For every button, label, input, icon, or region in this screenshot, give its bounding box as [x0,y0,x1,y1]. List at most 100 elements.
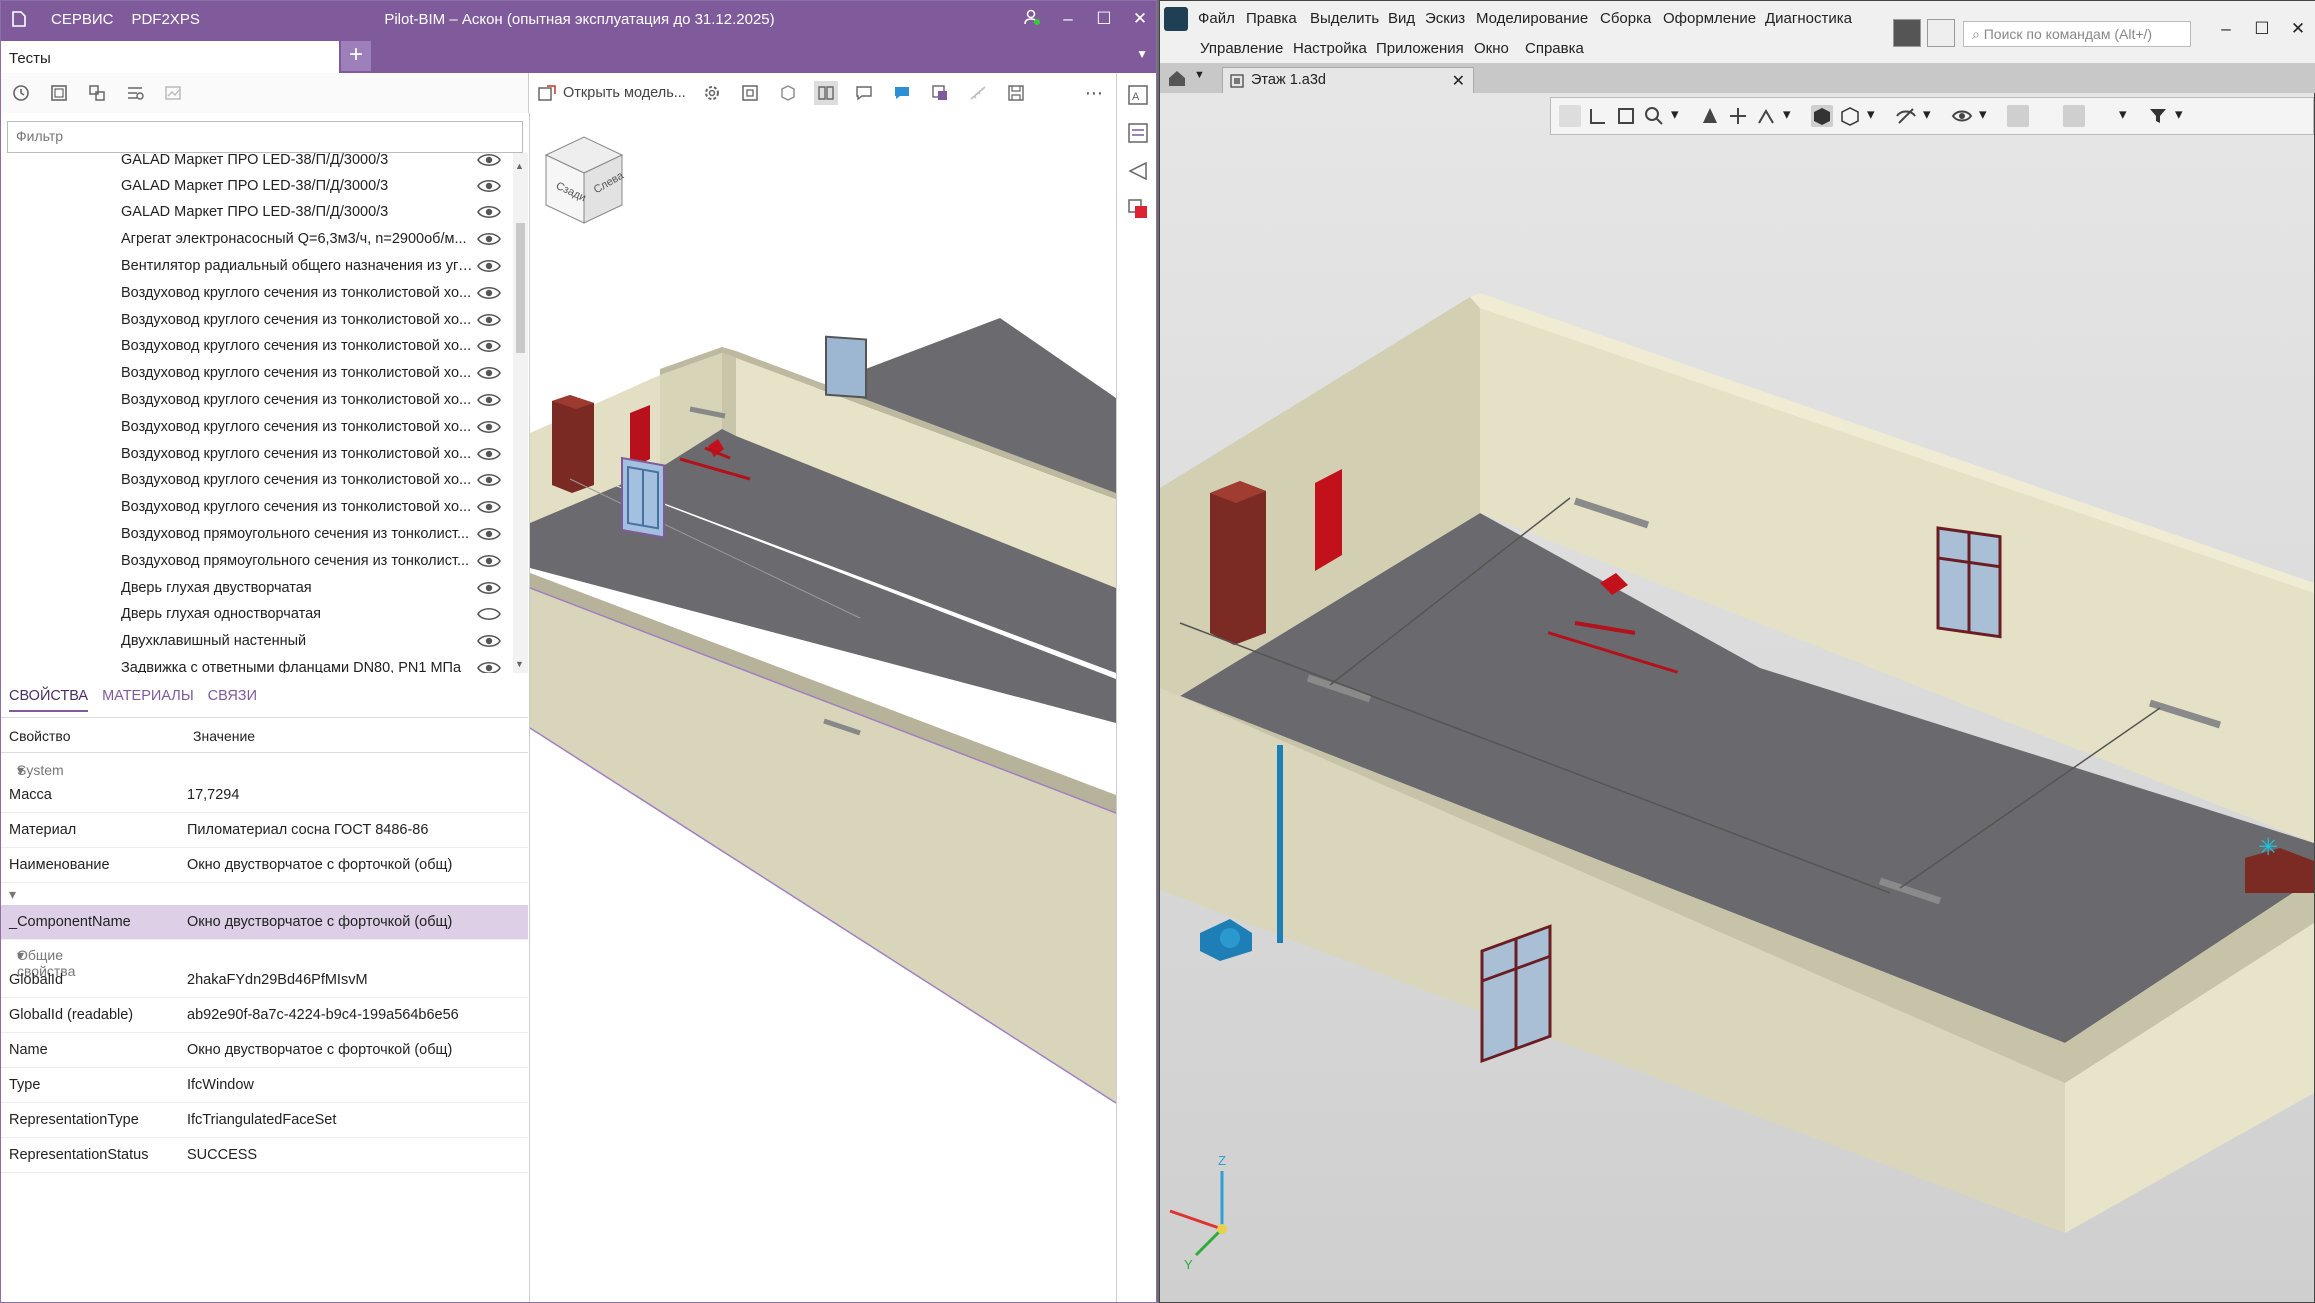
show-icon[interactable] [1951,105,1973,127]
list-item[interactable]: Воздуховод круглого сечения из тонколист… [1,414,513,440]
table-row[interactable]: RepresentationType IfcTriangulatedFaceSet [1,1103,528,1138]
orientation-icon[interactable] [1755,105,1777,127]
isolate-icon[interactable] [928,81,952,105]
maximize-icon[interactable]: ☐ [2244,19,2280,39]
menu-service[interactable]: СЕРВИС [51,11,113,28]
tree-scrollbar[interactable]: ▲ ▼ [513,153,528,673]
section-dropdown-icon[interactable]: ▾ [2119,105,2141,127]
filter-input[interactable]: Фильтр [7,121,523,153]
command-search-input[interactable]: ⌕ Поиск по командам (Alt+/) [1963,21,2191,47]
open-model-button[interactable]: Открыть модель... [537,84,686,102]
eye-icon[interactable] [477,153,501,169]
eye-icon[interactable] [477,364,501,382]
table-row-selected[interactable]: _ComponentName Окно двустворчатое с форто… [1,905,528,940]
properties-icon[interactable] [2203,105,2225,127]
show-dropdown-icon[interactable]: ▾ [1979,105,2001,127]
wireframe-icon[interactable] [1839,105,1861,127]
minimize-icon[interactable]: – [1050,9,1086,29]
list-item[interactable]: GALAD Маркет ПРО LED-38/П/Д/3000/3 [1,153,513,173]
list-item[interactable]: Воздуховод круглого сечения из тонколист… [1,441,513,467]
collapse-icon[interactable]: ▾ [9,886,16,903]
frame-icon[interactable] [47,81,71,105]
eye-icon[interactable] [477,230,501,248]
eye-icon[interactable] [477,257,501,275]
menu-sketch[interactable]: Эскиз [1425,10,1465,27]
eye-icon[interactable] [477,659,501,673]
scroll-down-icon[interactable]: ▼ [515,659,524,669]
menu-assembly[interactable]: Сборка [1600,10,1651,27]
minimize-icon[interactable]: – [2208,19,2244,39]
grid-icon[interactable] [2063,105,2085,127]
filter-dropdown-icon[interactable]: ▾ [2175,105,2197,127]
layers-icon[interactable] [2035,105,2057,127]
eye-icon[interactable] [477,579,501,597]
eye-icon[interactable] [477,177,501,195]
menu-help[interactable]: Справка [1525,40,1584,57]
menu-manage[interactable]: Управление [1200,40,1283,57]
list-item[interactable]: GALAD Маркет ПРО LED-38/П/Д/3000/3 [1,173,513,199]
snap-icon[interactable] [2007,105,2029,127]
list-item[interactable]: Воздуховод прямоугольного сечения из тон… [1,548,513,574]
table-row[interactable]: Материал Пиломатериал сосна ГОСТ 8486-86 [1,813,528,848]
screenshot-button[interactable] [1927,19,1955,47]
list-item[interactable]: Воздуховод круглого сечения из тонколист… [1,333,513,359]
section-icon[interactable] [776,81,800,105]
orientation-dropdown-icon[interactable]: ▾ [1783,105,1805,127]
tab-properties[interactable]: СВОЙСТВА [9,688,89,712]
history-icon[interactable] [9,81,33,105]
eye-icon[interactable] [477,391,501,409]
orient-icon[interactable] [1615,105,1637,127]
table-row[interactable]: Наименование Окно двустворчатое с форточк… [1,848,528,883]
menu-select[interactable]: Выделить [1310,10,1379,27]
visibility-tree-icon[interactable] [123,81,147,105]
hide-icon[interactable] [1895,105,1917,127]
scroll-up-icon[interactable]: ▲ [515,161,524,171]
table-row[interactable]: Type IfcWindow [1,1068,528,1103]
column-header-property[interactable]: Свойство [9,728,70,744]
save-view-icon[interactable] [1004,81,1028,105]
book-icon[interactable] [813,81,838,105]
list-item[interactable]: Воздуховод круглого сечения из тонколист… [1,494,513,520]
table-row[interactable]: Name Окно двустворчатое с форточкой (общ) [1,1033,528,1068]
pilot-3d-viewport[interactable]: Сзади Слева [529,113,1117,1302]
eye-icon[interactable] [477,525,501,543]
table-row[interactable]: RepresentationStatus SUCCESS [1,1138,528,1173]
eye-icon[interactable] [477,552,501,570]
zoom-icon[interactable] [1643,105,1665,127]
tab-tests[interactable]: Тесты [1,41,339,73]
fit-view-icon[interactable] [738,81,762,105]
group-common[interactable]: ▾ Общие свойства [1,941,528,979]
close-icon[interactable]: ✕ [2280,19,2315,39]
menu-view[interactable]: Вид [1388,10,1415,27]
menu-diagnostics[interactable]: Диагностика [1765,10,1852,27]
eye-icon[interactable] [477,418,501,436]
list-item[interactable]: Воздуховод прямоугольного сечения из тон… [1,521,513,547]
comment-filled-icon[interactable] [890,81,914,105]
table-row[interactable]: GlobalId (readable) ab92e90f-8a7c-4224-b9… [1,998,528,1033]
rotate-icon[interactable] [1699,105,1721,127]
origin-icon[interactable] [1587,105,1609,127]
zoom-dropdown-icon[interactable]: ▾ [1671,105,1693,127]
tab-document[interactable]: Этаж 1.a3d ✕ [1222,67,1474,93]
settings-icon[interactable] [700,81,724,105]
eye-icon[interactable] [477,311,501,329]
table-row[interactable]: Масса 17,7294 [1,778,528,813]
shaded-icon[interactable] [1811,105,1833,127]
add-tab-button[interactable]: + [341,41,371,71]
layers-panel-icon[interactable] [1126,121,1150,145]
text-annotation-icon[interactable]: A [1126,83,1150,107]
eye-icon[interactable] [477,203,501,221]
user-status-icon[interactable] [1014,8,1050,31]
list-item[interactable]: Воздуховод круглого сечения из тонколист… [1,467,513,493]
section-view-icon[interactable] [2091,105,2113,127]
layout-toggle-button[interactable] [1893,19,1921,47]
group-system[interactable]: ▾ System [1,756,528,778]
tab-materials[interactable]: МАТЕРИАЛЫ [102,688,194,704]
tabs-dropdown-icon[interactable]: ▼ [1136,47,1148,61]
list-item[interactable]: Агрегат электронасосный Q=6,3м3/ч, n=290… [1,226,513,252]
comment-icon[interactable] [852,81,876,105]
list-item[interactable]: Двухклавишный настенный [1,628,513,654]
close-icon[interactable]: ✕ [1122,9,1156,29]
group-unnamed[interactable]: ▾ [1,883,528,905]
view-cube[interactable]: Сзади Слева [540,133,628,233]
